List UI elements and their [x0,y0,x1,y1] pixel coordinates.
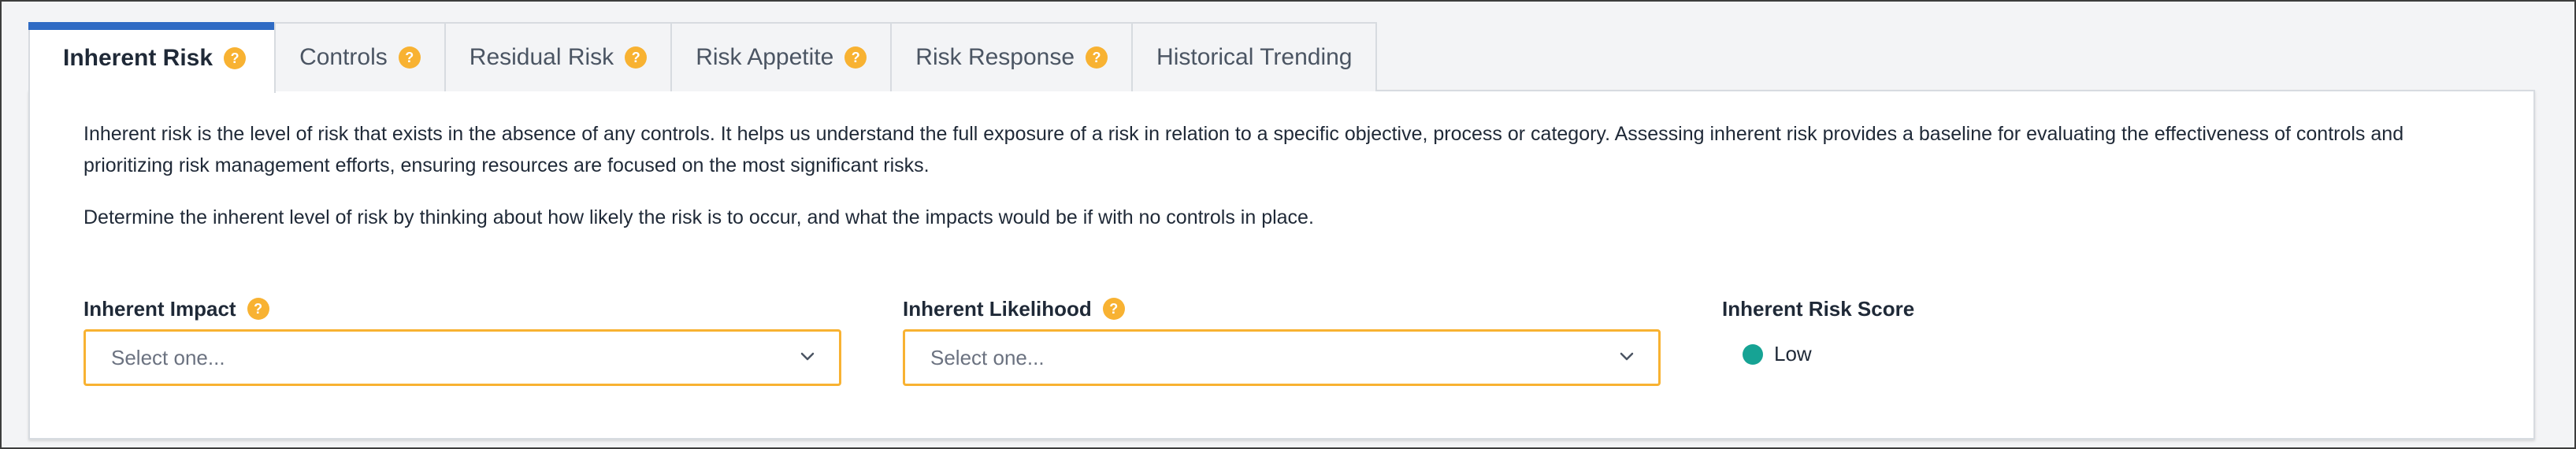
inherent-risk-description: Inherent risk is the level of risk that … [84,118,2486,254]
tab-label: Residual Risk [469,44,614,70]
inherent-impact-label: Inherent Impact ? [84,293,269,325]
field-label-text: Inherent Impact [84,296,236,321]
field-label-text: Inherent Risk Score [1722,296,1915,321]
chevron-down-icon[interactable] [798,347,817,366]
status-dot-icon [1743,343,1763,365]
help-icon[interactable]: ? [1086,46,1108,69]
tab-risk-appetite[interactable]: Risk Appetite ? [670,22,893,91]
tab-residual-risk[interactable]: Residual Risk ? [444,22,673,91]
chevron-down-icon[interactable] [1617,347,1636,366]
tab-label: Inherent Risk [63,45,213,71]
tab-label: Risk Response [915,44,1075,70]
inherent-impact-select[interactable]: Select one... [84,329,841,386]
inherent-risk-score-label: Inherent Risk Score [1722,293,1914,325]
tab-controls[interactable]: Controls ? [274,22,446,91]
tab-label: Controls [299,44,388,70]
inherent-likelihood-label: Inherent Likelihood ? [903,293,1125,325]
description-paragraph: Determine the inherent level of risk by … [84,206,1314,228]
status-badge: Low [1774,342,1812,366]
risk-assessment-window: Inherent Risk ? Controls ? Residual Risk… [0,0,2576,449]
select-value: Select one... [111,345,225,369]
risk-tabs: Inherent Risk ? Controls ? Residual Risk… [28,22,1378,93]
help-icon[interactable]: ? [625,46,648,69]
help-icon[interactable]: ? [844,46,867,69]
select-value: Select one... [930,345,1045,369]
field-label-text: Inherent Likelihood [903,296,1092,321]
inherent-risk-score: Low [1743,342,1812,366]
tab-inherent-risk[interactable]: Inherent Risk ? [28,22,277,93]
help-icon[interactable]: ? [224,47,247,69]
tab-label: Risk Appetite [696,44,834,70]
tab-risk-response[interactable]: Risk Response ? [890,22,1134,91]
inherent-risk-panel: Inherent risk is the level of risk that … [28,90,2535,440]
help-icon[interactable]: ? [247,298,269,320]
help-icon[interactable]: ? [1102,298,1125,320]
tab-label: Historical Trending [1156,44,1353,70]
description-paragraph: Inherent risk is the level of risk that … [84,123,2404,176]
tab-historical-trending[interactable]: Historical Trending [1131,22,1378,91]
help-icon[interactable]: ? [398,46,421,69]
inherent-likelihood-select[interactable]: Select one... [903,329,1661,386]
